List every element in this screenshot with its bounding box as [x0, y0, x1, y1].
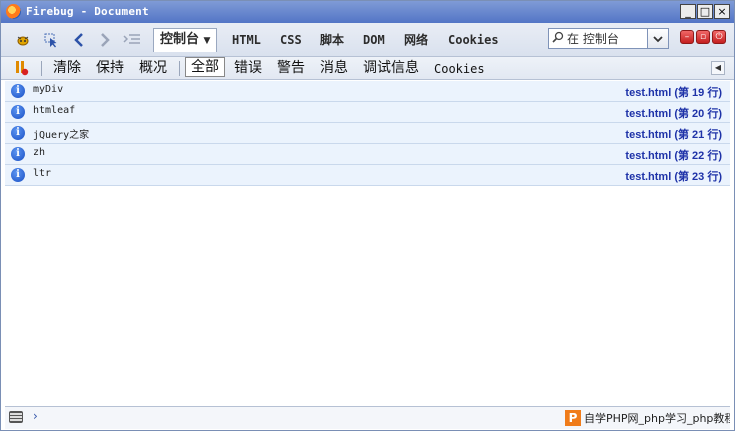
profile-button[interactable]: 概况 [139, 58, 167, 78]
log-row: i jQuery之家 test.html (第 21 行) [5, 123, 730, 144]
firebug-minimize-icon[interactable]: – [680, 30, 694, 44]
console-toolbar: 清除 保持 概况 全部 错误 警告 消息 调试信息 Cookies ◀ [1, 57, 734, 80]
log-message: jQuery之家 [33, 130, 90, 141]
minimize-button[interactable]: _ [680, 4, 696, 19]
info-icon: i [11, 168, 25, 182]
firebug-detach-icon[interactable]: ▫ [696, 30, 710, 44]
console-log: i myDiv test.html (第 19 行) i htmleaf tes… [5, 81, 730, 186]
watermark-logo-icon: P [565, 410, 581, 426]
log-message: myDiv [33, 84, 64, 95]
firebug-window-controls: – ▫ ⏻ [680, 30, 726, 44]
command-prompt[interactable]: › [33, 409, 38, 423]
log-message: zh [33, 147, 46, 158]
toolbar-separator [179, 61, 180, 76]
window-title: Firebug - Document [26, 5, 149, 18]
back-icon[interactable] [71, 32, 87, 48]
filter-cookies-button[interactable]: Cookies [434, 59, 485, 79]
log-row: i ltr test.html (第 23 行) [5, 165, 730, 186]
tab-console[interactable]: 控制台 ▼ [153, 28, 218, 52]
info-icon: i [11, 126, 25, 140]
tab-css[interactable]: CSS [280, 30, 302, 50]
log-row: i myDiv test.html (第 19 行) [5, 81, 730, 102]
log-row: i zh test.html (第 22 行) [5, 144, 730, 165]
log-message: ltr [33, 168, 52, 179]
log-row: i htmleaf test.html (第 20 行) [5, 102, 730, 123]
firebug-icon[interactable] [15, 32, 31, 48]
filter-all-button[interactable]: 全部 [185, 57, 225, 77]
tab-cookies[interactable]: Cookies [448, 30, 499, 50]
search-text: 在 控制台 [567, 32, 619, 46]
command-editor-icon[interactable] [9, 411, 23, 423]
log-source-link[interactable]: test.html (第 23 行) [625, 168, 722, 184]
close-button[interactable]: × [714, 4, 730, 19]
search-icon [549, 31, 567, 46]
toolbar-separator [41, 61, 42, 76]
chevron-down-icon[interactable] [647, 28, 669, 49]
command-icon[interactable] [123, 32, 141, 48]
firefox-logo-icon [6, 4, 21, 19]
watermark: P 自学PHP网_php学习_php教程 [565, 407, 730, 429]
command-line-bar: › P 自学PHP网_php学习_php教程 [5, 406, 730, 429]
info-icon: i [11, 147, 25, 161]
filter-debug-button[interactable]: 调试信息 [363, 58, 419, 78]
watermark-text: 自学PHP网_php学习_php教程 [584, 412, 730, 425]
tab-dom[interactable]: DOM [363, 30, 385, 50]
clear-button[interactable]: 清除 [53, 58, 81, 78]
log-source-link[interactable]: test.html (第 21 行) [625, 126, 722, 142]
filter-info-button[interactable]: 消息 [320, 58, 348, 78]
log-message: htmleaf [33, 105, 76, 116]
inspect-icon[interactable] [43, 32, 59, 48]
tab-net[interactable]: 网络 [404, 30, 428, 50]
info-icon: i [11, 84, 25, 98]
log-source-link[interactable]: test.html (第 22 行) [625, 147, 722, 163]
log-source-link[interactable]: test.html (第 19 行) [625, 84, 722, 100]
filter-warnings-button[interactable]: 警告 [277, 58, 305, 78]
filter-errors-button[interactable]: 错误 [234, 58, 262, 78]
firebug-power-icon[interactable]: ⏻ [712, 30, 726, 44]
dropdown-arrow-icon[interactable]: ▼ [204, 36, 211, 46]
firebug-window: Firebug - Document _ □ × 控制台 ▼ HTML CSS … [0, 0, 735, 431]
maximize-button[interactable]: □ [697, 4, 713, 19]
tab-html[interactable]: HTML [232, 30, 261, 50]
log-source-link[interactable]: test.html (第 20 行) [625, 105, 722, 121]
break-on-error-icon[interactable] [15, 60, 29, 76]
title-bar: Firebug - Document _ □ × [1, 1, 734, 23]
tab-label: 控制台 [160, 32, 200, 47]
tab-script[interactable]: 脚本 [320, 30, 344, 50]
persist-button[interactable]: 保持 [96, 58, 124, 78]
forward-icon[interactable] [97, 32, 113, 48]
scroll-right-icon[interactable]: ◀ [711, 61, 725, 75]
main-toolbar: 控制台 ▼ HTML CSS 脚本 DOM 网络 Cookies 在 控制台 –… [1, 23, 734, 57]
window-controls: _ □ × [680, 4, 730, 20]
info-icon: i [11, 105, 25, 119]
